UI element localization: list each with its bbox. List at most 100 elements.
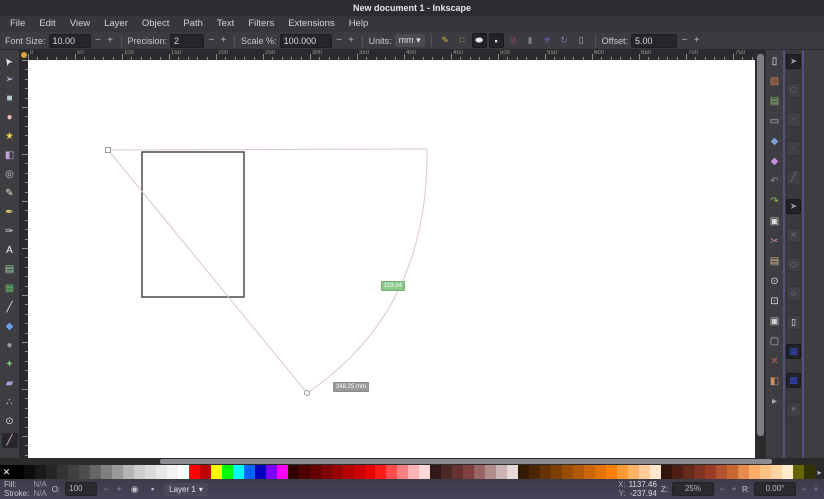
node-editor-tool[interactable]: ➢: [2, 72, 18, 87]
color-swatch-39[interactable]: [441, 465, 452, 479]
units-dropdown[interactable]: mm ▾: [395, 34, 425, 47]
zoom-minus-button[interactable]: −: [718, 484, 726, 494]
copy-button[interactable]: ▣: [768, 215, 782, 228]
color-swatch-21[interactable]: [244, 465, 255, 479]
color-swatch-12[interactable]: [145, 465, 156, 479]
color-swatch-2[interactable]: [35, 465, 46, 479]
color-swatch-50[interactable]: [562, 465, 573, 479]
color-swatch-44[interactable]: [496, 465, 507, 479]
offset-input[interactable]: 5.00: [631, 34, 677, 48]
menu-filters[interactable]: Filters: [241, 16, 281, 32]
dropper-tool[interactable]: ╱: [2, 300, 18, 315]
color-swatch-31[interactable]: [354, 465, 365, 479]
color-swatch-56[interactable]: [628, 465, 639, 479]
selector-tool[interactable]: ➤: [2, 53, 18, 68]
fill-stroke-dialog-button[interactable]: ◧: [768, 375, 782, 388]
measure-path[interactable]: [108, 149, 427, 393]
opacity-minus-button[interactable]: −: [102, 484, 110, 494]
color-swatch-49[interactable]: [551, 465, 562, 479]
color-swatch-11[interactable]: [134, 465, 145, 479]
clone-button[interactable]: ▢: [768, 335, 782, 348]
color-swatch-37[interactable]: [419, 465, 430, 479]
open-document-button[interactable]: ▨: [768, 75, 782, 88]
duplicate-button[interactable]: ▣: [768, 315, 782, 328]
color-swatch-52[interactable]: [584, 465, 595, 479]
measure-start-handle[interactable]: [106, 148, 111, 153]
import-button[interactable]: ◆: [768, 135, 782, 148]
undo-button[interactable]: ↶: [768, 175, 782, 188]
scale-input[interactable]: 100.000: [280, 34, 332, 48]
color-swatch-54[interactable]: [606, 465, 617, 479]
scale-plus-button[interactable]: +: [347, 35, 356, 46]
snap-smooth-nodes-button[interactable]: ○: [786, 286, 801, 301]
spiral-tool[interactable]: ◎: [2, 167, 18, 182]
reverse-measure-button[interactable]: ⊘: [506, 33, 521, 48]
color-swatch-45[interactable]: [507, 465, 518, 479]
measure-end-handle[interactable]: [305, 391, 310, 396]
color-swatch-26[interactable]: [299, 465, 310, 479]
connector-tool[interactable]: ∴: [2, 395, 18, 410]
gradient-tool[interactable]: ▤: [2, 262, 18, 277]
drawing-canvas[interactable]: [28, 60, 775, 458]
color-swatch-28[interactable]: [321, 465, 332, 479]
snap-midpoints-button[interactable]: ▯: [786, 315, 801, 330]
layer-lock-icon[interactable]: ▪: [146, 483, 159, 496]
snap-page-border-button[interactable]: ⌖: [786, 402, 801, 417]
vertical-scrollbar-thumb[interactable]: [757, 54, 764, 436]
color-swatch-69[interactable]: [771, 465, 782, 479]
zoom-input[interactable]: 25%: [672, 482, 714, 496]
color-swatch-25[interactable]: [288, 465, 299, 479]
to-guides-button[interactable]: ✳: [540, 33, 555, 48]
menu-object[interactable]: Object: [135, 16, 176, 32]
color-swatch-35[interactable]: [397, 465, 408, 479]
save-document-button[interactable]: ▤: [768, 95, 782, 108]
scale-minus-button[interactable]: −: [335, 35, 344, 46]
color-swatch-17[interactable]: [200, 465, 211, 479]
color-swatch-5[interactable]: [68, 465, 79, 479]
color-swatch-42[interactable]: [474, 465, 485, 479]
color-swatch-48[interactable]: [540, 465, 551, 479]
color-swatch-40[interactable]: [452, 465, 463, 479]
snap-cusp-nodes-button[interactable]: ◇: [786, 257, 801, 272]
color-swatch-67[interactable]: [749, 465, 760, 479]
horizontal-scrollbar[interactable]: [20, 458, 775, 465]
document-page[interactable]: 119.14348.25 mm: [28, 60, 775, 458]
measure-only-selected-button[interactable]: ✎: [438, 33, 453, 48]
color-swatch-32[interactable]: [365, 465, 376, 479]
phantom-measure-button[interactable]: ▮: [523, 33, 538, 48]
mesh-gradient-tool[interactable]: ▦: [2, 281, 18, 296]
color-swatch-29[interactable]: [332, 465, 343, 479]
vertical-scrollbar[interactable]: [755, 50, 766, 458]
print-button[interactable]: ▭: [768, 115, 782, 128]
drawn-rectangle[interactable]: [142, 152, 244, 297]
convert-to-item-button[interactable]: ▯: [574, 33, 589, 48]
box3d-tool[interactable]: ◧: [2, 148, 18, 163]
color-swatch-58[interactable]: [650, 465, 661, 479]
color-swatch-46[interactable]: [518, 465, 529, 479]
color-swatch-7[interactable]: [90, 465, 101, 479]
color-swatch-65[interactable]: [727, 465, 738, 479]
commands-overflow-button[interactable]: ▸: [768, 395, 782, 408]
font-size-plus-button[interactable]: +: [106, 35, 115, 46]
color-swatch-6[interactable]: [79, 465, 90, 479]
window-titlebar[interactable]: New document 1 - Inkscape: [0, 0, 824, 16]
color-swatch-8[interactable]: [101, 465, 112, 479]
menu-edit[interactable]: Edit: [32, 16, 62, 32]
color-swatch-41[interactable]: [463, 465, 474, 479]
color-swatch-27[interactable]: [310, 465, 321, 479]
spray-tool[interactable]: ✦: [2, 357, 18, 372]
rotation-minus-button[interactable]: −: [800, 484, 808, 494]
snap-paths-button[interactable]: ➤: [786, 199, 801, 214]
calligraphy-tool[interactable]: ✑: [2, 224, 18, 239]
color-swatch-34[interactable]: [386, 465, 397, 479]
mark-dimension-button[interactable]: ↻: [557, 33, 572, 48]
snap-path-intersections-button[interactable]: ✕: [786, 228, 801, 243]
color-swatch-36[interactable]: [408, 465, 419, 479]
color-swatch-51[interactable]: [573, 465, 584, 479]
menu-extensions[interactable]: Extensions: [281, 16, 341, 32]
color-swatch-70[interactable]: [782, 465, 793, 479]
color-swatch-22[interactable]: [255, 465, 266, 479]
color-swatch-62[interactable]: [694, 465, 705, 479]
menu-view[interactable]: View: [63, 16, 97, 32]
color-swatch-15[interactable]: [178, 465, 189, 479]
